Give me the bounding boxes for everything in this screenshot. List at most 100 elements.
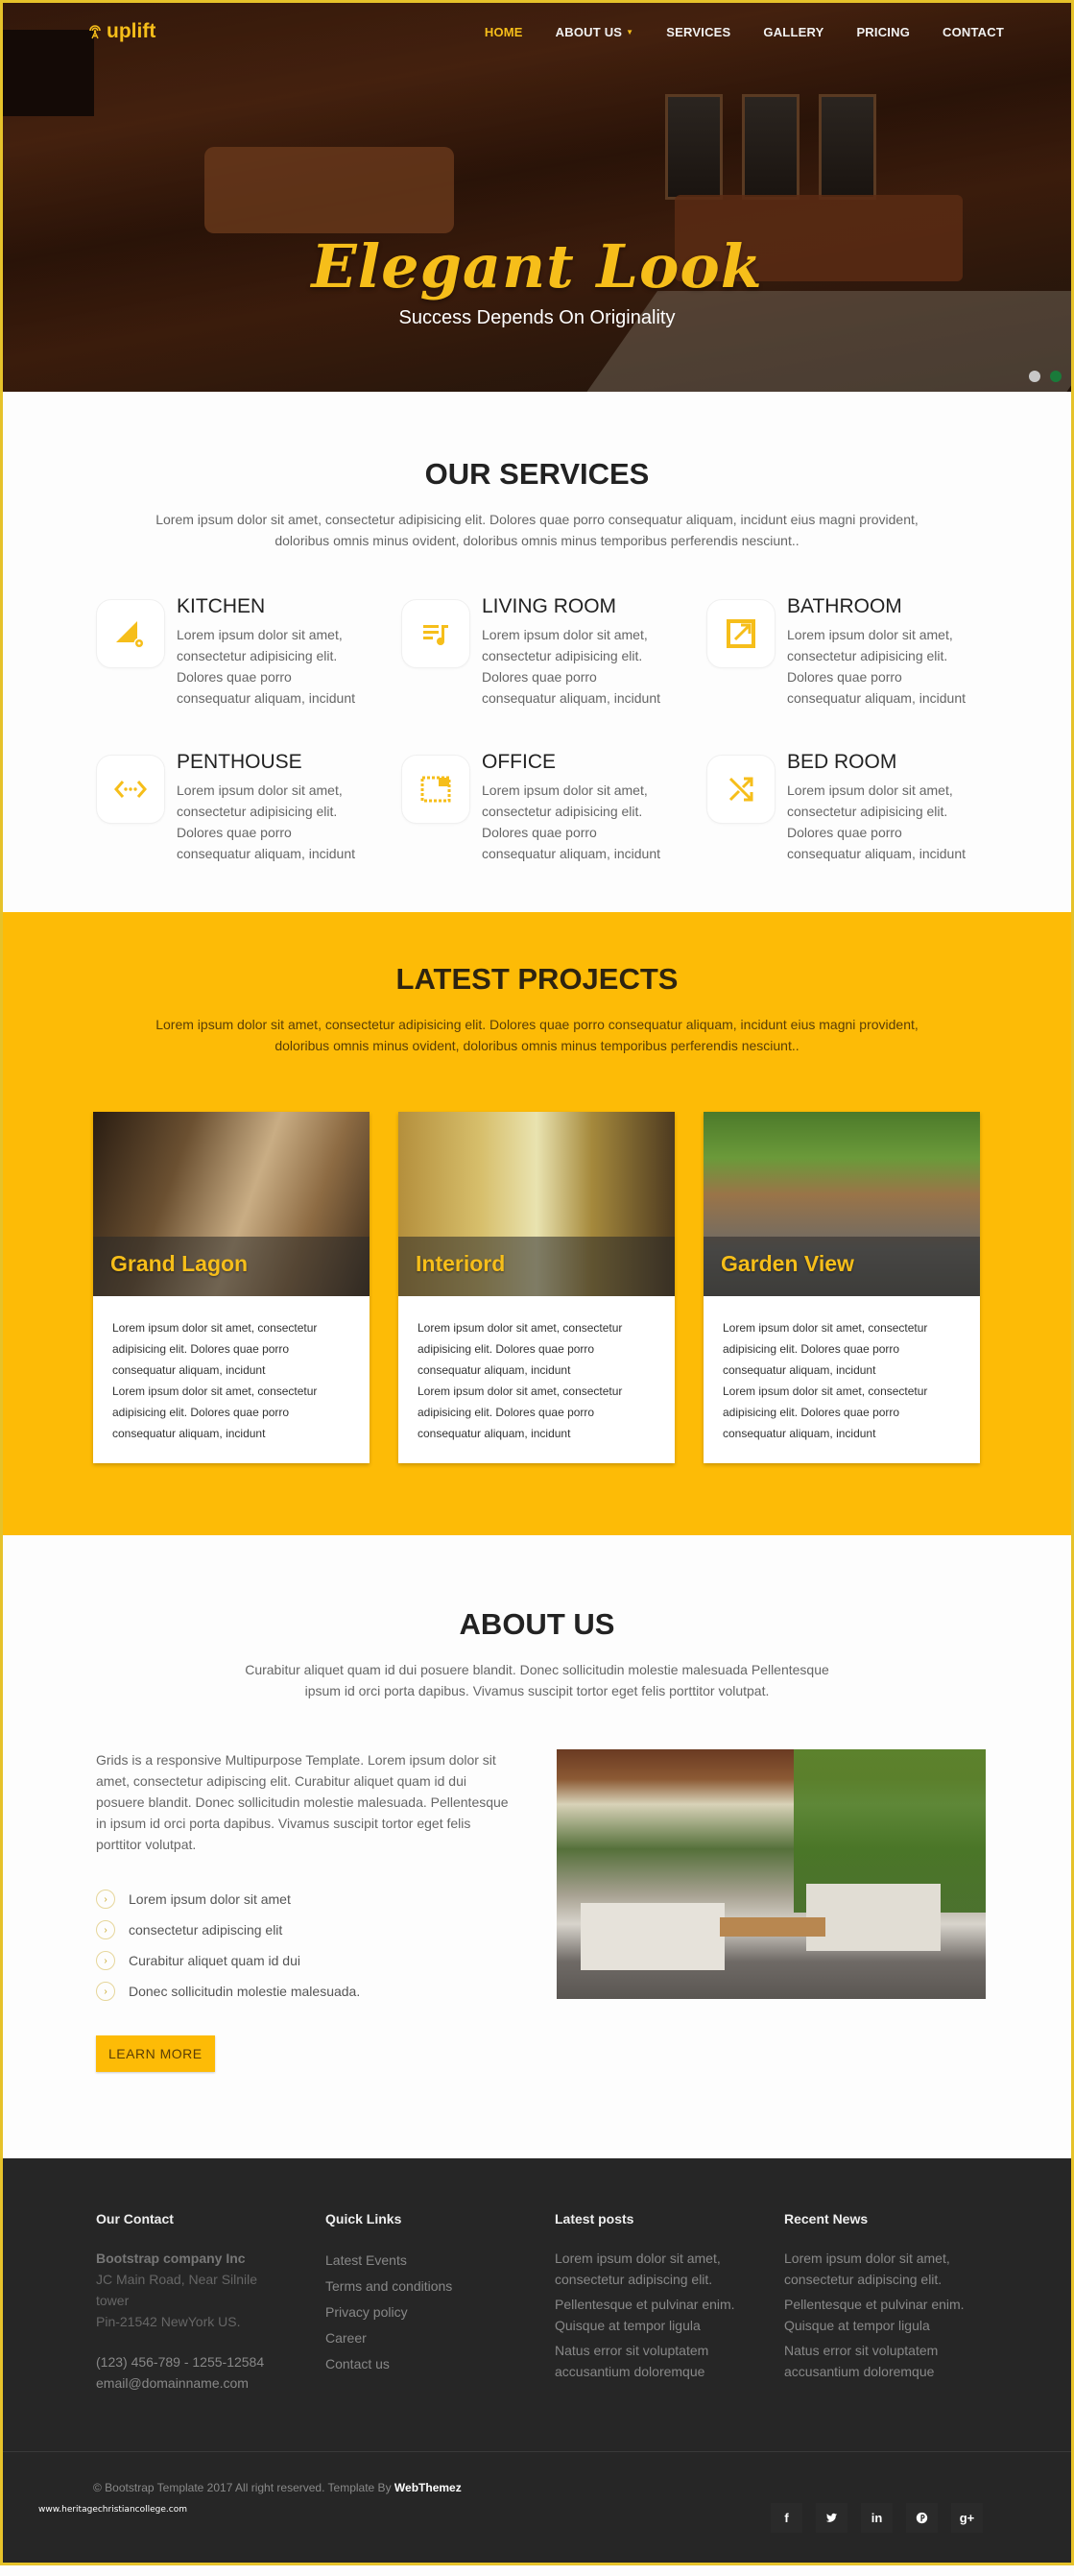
list-item-text: consectetur adipiscing elit bbox=[129, 1922, 283, 1938]
projects-section: LATEST PROJECTS Lorem ipsum dolor sit am… bbox=[3, 912, 1071, 1535]
footer-contact: Our Contact Bootstrap company Inc JC Mai… bbox=[96, 2211, 325, 2394]
watermark: www.heritagechristiancollege.com bbox=[38, 2505, 187, 2515]
service-text: Lorem ipsum dolor sit amet, consectetur … bbox=[177, 782, 356, 861]
footer-link[interactable]: Latest Events bbox=[325, 2248, 555, 2274]
project-image: Garden View bbox=[704, 1112, 980, 1296]
nav-item-services[interactable]: SERVICES bbox=[666, 25, 730, 39]
nav-item-about-us[interactable]: ABOUT US ▼ bbox=[556, 25, 634, 39]
hero-caption: Elegant Look Success Depends On Original… bbox=[3, 231, 1071, 329]
open-external-icon bbox=[727, 619, 755, 648]
slider-dot[interactable] bbox=[1050, 371, 1062, 382]
service-title: BED ROOM bbox=[787, 751, 897, 773]
nav-label: SERVICES bbox=[666, 24, 731, 39]
service-icon-box bbox=[401, 755, 470, 824]
nav-menu: HOME ABOUT US ▼ SERVICES GALLERY PRICING … bbox=[485, 25, 1004, 39]
footer-bottom: © Bootstrap Template 2017 All right rese… bbox=[3, 2452, 1071, 2563]
project-card[interactable]: Interiord Lorem ipsum dolor sit amet, co… bbox=[398, 1112, 675, 1463]
chevron-right-icon: › bbox=[96, 1951, 115, 1970]
chevron-right-icon: › bbox=[96, 1890, 115, 1909]
page: uplift HOME ABOUT US ▼ SERVICES GALLERY P… bbox=[0, 0, 1074, 2565]
chevron-right-icon: › bbox=[96, 1982, 115, 2001]
copyright: © Bootstrap Template 2017 All right rese… bbox=[93, 2481, 1071, 2494]
learn-more-button[interactable]: LEARN MORE bbox=[96, 2035, 215, 2072]
project-name: Grand Lagon bbox=[110, 1251, 249, 1276]
twitter-icon[interactable] bbox=[816, 2503, 847, 2533]
project-text: Lorem ipsum dolor sit amet, consectetur … bbox=[723, 1384, 928, 1440]
post-link[interactable]: Pellentesque et pulvinar enim. Quisque a… bbox=[555, 2294, 747, 2336]
google-plus-icon[interactable]: g+ bbox=[951, 2503, 983, 2533]
about-section: ABOUT US Curabitur aliquet quam id dui p… bbox=[3, 1535, 1071, 2158]
hero-section: uplift HOME ABOUT US ▼ SERVICES GALLERY P… bbox=[3, 3, 1071, 392]
slider-dot[interactable] bbox=[1029, 371, 1040, 382]
about-image bbox=[557, 1749, 986, 1999]
footer-recent-news: Recent News Lorem ipsum dolor sit amet, … bbox=[784, 2211, 1014, 2394]
list-item-text: Lorem ipsum dolor sit amet bbox=[129, 1891, 291, 1907]
nav-item-home[interactable]: HOME bbox=[485, 25, 523, 39]
project-body: Lorem ipsum dolor sit amet, consectetur … bbox=[704, 1296, 980, 1463]
project-name: Garden View bbox=[721, 1251, 854, 1276]
hero-image-sofa bbox=[204, 147, 454, 233]
news-link[interactable]: Pellentesque et pulvinar enim. Quisque a… bbox=[784, 2294, 976, 2336]
news-link[interactable]: Natus error sit voluptatem accusantium d… bbox=[784, 2340, 976, 2382]
service-icon-box bbox=[401, 599, 470, 668]
project-card[interactable]: Grand Lagon Lorem ipsum dolor sit amet, … bbox=[93, 1112, 370, 1463]
list-item: › consectetur adipiscing elit bbox=[96, 1914, 518, 1945]
footer-heading: Quick Links bbox=[325, 2211, 402, 2227]
project-body: Lorem ipsum dolor sit amet, consectetur … bbox=[398, 1296, 675, 1463]
facebook-icon[interactable]: f bbox=[771, 2503, 802, 2533]
post-link[interactable]: Natus error sit voluptatem accusantium d… bbox=[555, 2340, 747, 2382]
services-grid: KITCHEN Lorem ipsum dolor sit amet, cons… bbox=[96, 595, 1071, 864]
footer-link[interactable]: Career bbox=[325, 2325, 555, 2351]
pinterest-p-icon bbox=[916, 2512, 928, 2524]
project-text: Lorem ipsum dolor sit amet, consectetur … bbox=[723, 1321, 928, 1377]
antenna-icon bbox=[89, 25, 101, 39]
twitter-bird-icon bbox=[825, 2513, 838, 2522]
footer-columns: Our Contact Bootstrap company Inc JC Mai… bbox=[96, 2211, 1071, 2394]
service-item-office: OFFICE Lorem ipsum dolor sit amet, conse… bbox=[401, 751, 706, 864]
service-text: Lorem ipsum dolor sit amet, consectetur … bbox=[787, 627, 967, 706]
project-text: Lorem ipsum dolor sit amet, consectetur … bbox=[112, 1321, 318, 1377]
service-title: OFFICE bbox=[482, 751, 556, 773]
footer-latest-posts: Latest posts Lorem ipsum dolor sit amet,… bbox=[555, 2211, 784, 2394]
nav-item-contact[interactable]: CONTACT bbox=[943, 25, 1004, 39]
footer-quick-links: Quick Links Latest Events Terms and cond… bbox=[325, 2211, 555, 2394]
nav-label: GALLERY bbox=[763, 24, 824, 39]
service-icon-box bbox=[706, 599, 776, 668]
about-text-column: Grids is a responsive Multipurpose Templ… bbox=[96, 1749, 518, 2072]
post-link[interactable]: Lorem ipsum dolor sit amet, consectetur … bbox=[555, 2248, 747, 2290]
footer-link[interactable]: Privacy policy bbox=[325, 2299, 555, 2325]
about-image-sofa bbox=[806, 1884, 941, 1951]
service-text: Lorem ipsum dolor sit amet, consectetur … bbox=[177, 627, 356, 706]
nav-item-gallery[interactable]: GALLERY bbox=[763, 25, 823, 39]
nav-item-pricing[interactable]: PRICING bbox=[856, 25, 910, 39]
service-item-kitchen: KITCHEN Lorem ipsum dolor sit amet, cons… bbox=[96, 595, 401, 709]
services-title: OUR SERVICES bbox=[424, 457, 650, 491]
about-title: ABOUT US bbox=[459, 1607, 615, 1641]
pinterest-icon[interactable] bbox=[906, 2503, 938, 2533]
footer-heading: Latest posts bbox=[555, 2211, 634, 2227]
brand-logo[interactable]: uplift bbox=[87, 20, 155, 43]
footer-link[interactable]: Contact us bbox=[325, 2351, 555, 2377]
brand-name: uplift bbox=[107, 20, 156, 42]
picture-in-picture-icon bbox=[420, 776, 451, 803]
footer-link[interactable]: Terms and conditions bbox=[325, 2274, 555, 2299]
hero-image-window bbox=[665, 94, 723, 200]
company-address-2: Pin-21542 NewYork US. bbox=[96, 2314, 241, 2329]
hero-title: Elegant Look bbox=[311, 231, 763, 301]
footer-heading: Our Contact bbox=[96, 2211, 174, 2227]
navbar: uplift HOME ABOUT US ▼ SERVICES GALLERY P… bbox=[3, 3, 1071, 60]
project-card[interactable]: Garden View Lorem ipsum dolor sit amet, … bbox=[704, 1112, 980, 1463]
about-image-sofa bbox=[581, 1903, 725, 1970]
copyright-brand-link[interactable]: WebThemez bbox=[394, 2481, 462, 2494]
project-text: Lorem ipsum dolor sit amet, consectetur … bbox=[112, 1384, 318, 1440]
social-links: f in g+ bbox=[771, 2503, 983, 2533]
services-description: Lorem ipsum dolor sit amet, consectetur … bbox=[155, 512, 919, 548]
company-phone: (123) 456-789 - 1255-12584 bbox=[96, 2354, 265, 2370]
linkedin-icon[interactable]: in bbox=[861, 2503, 893, 2533]
news-link[interactable]: Lorem ipsum dolor sit amet, consectetur … bbox=[784, 2248, 976, 2290]
company-email[interactable]: email@domainname.com bbox=[96, 2372, 325, 2394]
project-body: Lorem ipsum dolor sit amet, consectetur … bbox=[93, 1296, 370, 1463]
hero-image-window bbox=[819, 94, 876, 200]
about-description: Curabitur aliquet quam id dui posuere bl… bbox=[245, 1662, 829, 1698]
about-body: Grids is a responsive Multipurpose Templ… bbox=[96, 1752, 509, 1852]
